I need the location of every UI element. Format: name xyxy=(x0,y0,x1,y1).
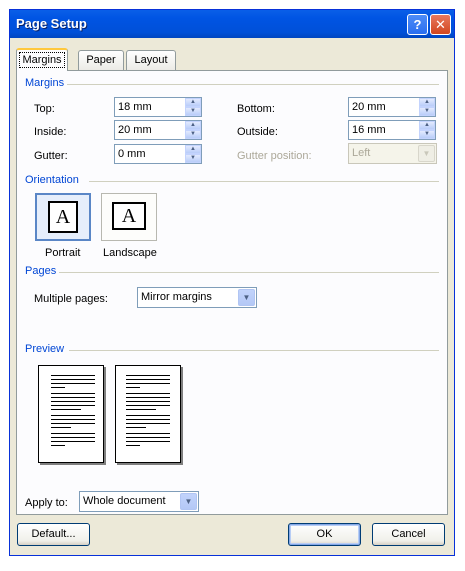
outside-margin-down-arrow-icon[interactable]: ▼ xyxy=(419,130,435,139)
bottom-margin-up-arrow-icon[interactable]: ▲ xyxy=(419,98,435,107)
portrait-label: Portrait xyxy=(45,247,81,259)
outside-margin-spinner[interactable]: 16 mm ▲ ▼ xyxy=(348,120,436,140)
inside-margin-up-arrow-icon[interactable]: ▲ xyxy=(185,121,201,130)
bottom-margin-spinner[interactable]: 20 mm ▲ ▼ xyxy=(348,97,436,117)
gutter-label: Gutter: xyxy=(34,150,68,162)
top-margin-spinner[interactable]: 18 mm ▲ ▼ xyxy=(114,97,202,117)
preview-right-page xyxy=(115,365,181,463)
outside-margin-value: 16 mm xyxy=(352,124,386,136)
outside-margin-up-arrow-icon[interactable]: ▲ xyxy=(419,121,435,130)
tab-layout[interactable]: Layout xyxy=(126,50,176,70)
outside-label: Outside: xyxy=(237,126,278,138)
bottom-margin-value: 20 mm xyxy=(352,101,386,113)
gutter-up-arrow-icon[interactable]: ▲ xyxy=(185,145,201,154)
gutter-position-dropdown: Left ▼ xyxy=(348,143,437,164)
orientation-section-title: Orientation xyxy=(25,174,79,186)
ok-button[interactable]: OK xyxy=(288,523,361,546)
bottom-margin-down-arrow-icon[interactable]: ▼ xyxy=(419,107,435,116)
tab-paper-label: Paper xyxy=(86,54,116,66)
apply-to-label: Apply to: xyxy=(25,497,68,509)
preview-section-title: Preview xyxy=(25,343,65,355)
cancel-button[interactable]: Cancel xyxy=(372,523,445,546)
top-margin-value: 18 mm xyxy=(118,101,152,113)
gutter-spinner[interactable]: 0 mm ▲ ▼ xyxy=(114,144,202,164)
gutter-position-chevron-down-icon: ▼ xyxy=(418,145,435,162)
margins-section-title: Margins xyxy=(25,77,65,89)
inside-label: Inside: xyxy=(34,126,67,138)
apply-to-chevron-down-icon[interactable]: ▼ xyxy=(180,493,197,510)
preview-left-page xyxy=(38,365,104,463)
multiple-pages-dropdown[interactable]: Mirror margins ▼ xyxy=(137,287,257,308)
portrait-button[interactable]: A xyxy=(35,193,91,241)
pages-section-title: Pages xyxy=(25,265,57,277)
orientation-divider xyxy=(89,181,439,182)
top-margin-up-arrow-icon[interactable]: ▲ xyxy=(185,98,201,107)
multiple-pages-value: Mirror margins xyxy=(141,291,212,303)
dialog-title: Page Setup xyxy=(16,16,87,31)
landscape-button[interactable]: A xyxy=(101,193,157,241)
gutter-down-arrow-icon[interactable]: ▼ xyxy=(185,154,201,163)
gutter-position-label: Gutter position: xyxy=(237,150,312,162)
gutter-value: 0 mm xyxy=(118,148,146,160)
title-bar[interactable]: Page Setup ? ✕ xyxy=(10,10,454,38)
apply-to-value: Whole document xyxy=(83,495,166,507)
portrait-page-icon: A xyxy=(48,201,78,233)
tab-paper[interactable]: Paper xyxy=(78,50,124,70)
inside-margin-spinner[interactable]: 20 mm ▲ ▼ xyxy=(114,120,202,140)
apply-to-dropdown[interactable]: Whole document ▼ xyxy=(79,491,199,512)
multiple-pages-chevron-down-icon[interactable]: ▼ xyxy=(238,289,255,306)
gutter-position-value: Left xyxy=(352,147,371,159)
landscape-page-icon: A xyxy=(112,202,146,230)
landscape-label: Landscape xyxy=(103,247,157,259)
default-button[interactable]: Default... xyxy=(17,523,90,546)
bottom-label: Bottom: xyxy=(237,103,275,115)
page-setup-dialog: Page Setup ? ✕ Margins Paper Layout Marg… xyxy=(9,9,455,556)
top-label: Top: xyxy=(34,103,55,115)
help-button[interactable]: ? xyxy=(407,14,428,35)
multiple-pages-label: Multiple pages: xyxy=(34,293,108,305)
close-button[interactable]: ✕ xyxy=(430,14,451,35)
tab-layout-label: Layout xyxy=(134,54,168,66)
tab-margins-label: Margins xyxy=(19,52,65,68)
top-margin-down-arrow-icon[interactable]: ▼ xyxy=(185,107,201,116)
pages-divider xyxy=(59,272,439,273)
preview-divider xyxy=(69,350,439,351)
inside-margin-value: 20 mm xyxy=(118,124,152,136)
margins-tab-panel: Margins Top: 18 mm ▲ ▼ Bottom: 20 mm ▲ ▼ I… xyxy=(16,70,448,515)
inside-margin-down-arrow-icon[interactable]: ▼ xyxy=(185,130,201,139)
margins-divider xyxy=(67,84,439,85)
tab-margins[interactable]: Margins xyxy=(16,48,68,71)
